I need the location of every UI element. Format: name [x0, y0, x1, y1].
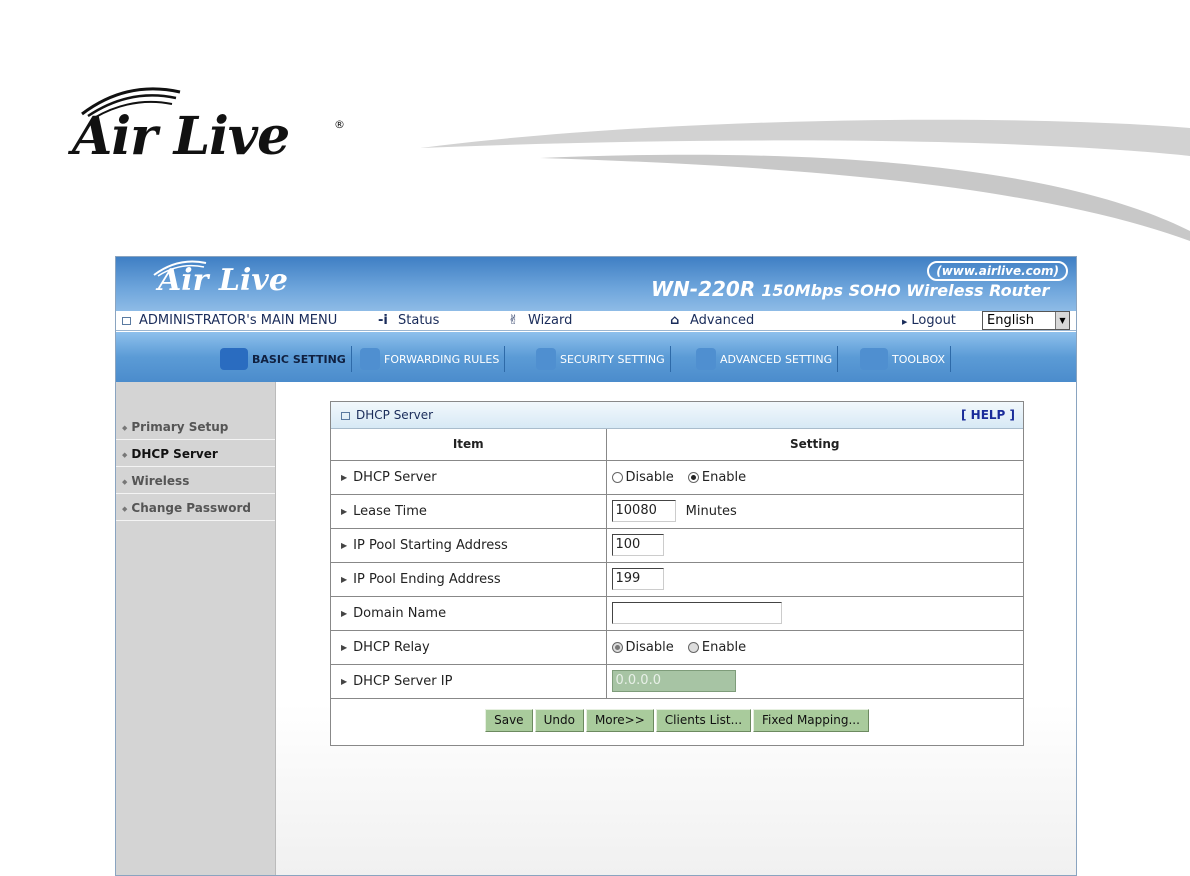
lease-time-unit: Minutes — [685, 503, 737, 519]
button-row: Save Undo More>> Clients List... Fixed Mappi… — [331, 699, 1023, 745]
row-setting: 10080 Minutes — [606, 494, 1023, 529]
bullet-icon: ◆ — [122, 450, 128, 459]
panel-title-bar: DHCP Server [ HELP ] — [331, 402, 1023, 429]
content-area: DHCP Server [ HELP ] Item Setting ▶ DHCP … — [276, 382, 1076, 875]
help-link[interactable]: [ HELP ] — [961, 402, 1015, 429]
table-header-row: Item Setting — [331, 429, 1023, 461]
row-setting: 0.0.0.0 — [606, 664, 1023, 699]
model-name: WN-220R — [651, 277, 756, 301]
row-label: ▶ DHCP Server IP — [331, 664, 607, 699]
folder-icon — [220, 348, 248, 370]
table-row: ▶ DHCP Relay Disable Enable — [331, 630, 1023, 665]
dhcp-server-ip-input[interactable]: 0.0.0.0 — [611, 670, 736, 692]
tab-security-setting[interactable]: SECURITY SETTING — [536, 346, 671, 372]
sidebar-item-change-password[interactable]: ◆ Change Password — [116, 495, 275, 521]
pool-start-input[interactable]: 100 — [611, 534, 664, 556]
row-setting: 199 — [606, 562, 1023, 597]
tab-forwarding-rules[interactable]: FORWARDING RULES — [360, 346, 506, 372]
row-label: ▶ DHCP Relay — [331, 630, 607, 665]
undo-button[interactable]: Undo — [534, 708, 584, 732]
table-row: ▶ DHCP Server Disable Enable — [331, 460, 1023, 495]
domain-name-input[interactable] — [611, 602, 782, 624]
row-label: ▶ Domain Name — [331, 596, 607, 631]
toolbox-icon — [860, 348, 888, 370]
lease-time-input[interactable]: 10080 — [611, 500, 676, 522]
table-row: ▶ Domain Name — [331, 596, 1023, 631]
menu-wizard[interactable]: ✌ Wizard — [508, 312, 572, 330]
bullet-icon: ◆ — [122, 504, 128, 513]
sidebar-item-dhcp-server[interactable]: ◆ DHCP Server — [116, 441, 275, 467]
square-bullet-icon — [341, 411, 350, 420]
airlive-logo: Air Live ® — [72, 78, 362, 168]
row-label: ▶ DHCP Server — [331, 460, 607, 495]
table-row: ▶ Lease Time 10080 Minutes — [331, 494, 1023, 529]
row-label: ▶ Lease Time — [331, 494, 607, 529]
triangle-bullet-icon: ▶ — [341, 506, 348, 516]
security-icon — [536, 348, 556, 370]
dhcp-settings-table: Item Setting ▶ DHCP Server Disable Enable… — [331, 429, 1023, 699]
advanced-icon: ⌂ — [670, 313, 680, 328]
row-setting: Disable Enable — [606, 630, 1023, 665]
dropdown-arrow-icon: ▼ — [1055, 312, 1069, 329]
triangle-bullet-icon: ▶ — [341, 574, 348, 584]
triangle-bullet-icon: ▶ — [341, 540, 348, 550]
table-row: ▶ DHCP Server IP 0.0.0.0 — [331, 664, 1023, 699]
tab-toolbox[interactable]: TOOLBOX — [860, 346, 952, 372]
menu-main[interactable]: ADMINISTRATOR's MAIN MENU — [122, 312, 337, 330]
sidebar-item-primary-setup[interactable]: ◆ Primary Setup — [116, 414, 275, 440]
router-ui: Air Live (www.airlive.com) WN-220R 150Mbp… — [115, 256, 1077, 876]
menu-logout[interactable]: ▶ Logout — [902, 312, 956, 331]
table-row: ▶ IP Pool Starting Address 100 — [331, 528, 1023, 563]
tab-basic-setting[interactable]: BASIC SETTING — [220, 346, 352, 372]
tab-advanced-setting[interactable]: ADVANCED SETTING — [696, 346, 839, 372]
wizard-icon: ✌ — [508, 313, 519, 328]
dhcp-panel: DHCP Server [ HELP ] Item Setting ▶ DHCP … — [330, 401, 1024, 746]
menu-advanced[interactable]: ⌂ Advanced — [670, 312, 754, 330]
tab-bar: BASIC SETTING FORWARDING RULES SECURITY … — [116, 332, 1076, 382]
row-label: ▶ IP Pool Starting Address — [331, 528, 607, 563]
column-header-setting: Setting — [606, 429, 1023, 461]
model-title: WN-220R 150Mbps SOHO Wireless Router — [651, 277, 1049, 301]
row-setting: Disable Enable — [606, 460, 1023, 495]
header-swoosh — [420, 119, 1190, 241]
dhcp-server-enable-radio[interactable] — [687, 471, 699, 483]
triangle-bullet-icon: ▶ — [341, 642, 348, 652]
panel-title: DHCP Server — [356, 408, 434, 422]
logo-text: Air Live — [72, 106, 290, 167]
bullet-icon: ◆ — [122, 423, 128, 432]
menu-status[interactable]: -i Status — [378, 312, 439, 330]
arrow-right-icon: ▶ — [902, 318, 908, 326]
row-setting — [606, 596, 1023, 631]
forwarding-icon — [360, 348, 380, 370]
save-button[interactable]: Save — [485, 708, 533, 732]
advanced-setting-icon — [696, 348, 716, 370]
main-menubar: ADMINISTRATOR's MAIN MENU -i Status ✌ Wiza… — [116, 311, 1076, 331]
page: Air Live ® Air Live (www.airlive.com) WN… — [0, 0, 1190, 876]
sidebar-item-wireless[interactable]: ◆ Wireless — [116, 468, 275, 494]
pool-end-input[interactable]: 199 — [611, 568, 664, 590]
status-icon: -i — [378, 313, 388, 328]
fixed-mapping-button[interactable]: Fixed Mapping... — [753, 708, 869, 732]
dhcp-server-disable-radio[interactable] — [611, 471, 623, 483]
column-header-item: Item — [331, 429, 607, 461]
clients-list-button[interactable]: Clients List... — [655, 708, 752, 732]
dhcp-relay-enable-radio[interactable] — [687, 641, 699, 653]
bullet-icon: ◆ — [122, 477, 128, 486]
table-row: ▶ IP Pool Ending Address 199 — [331, 562, 1023, 597]
language-select[interactable]: English ▼ — [982, 311, 1070, 330]
router-header: Air Live (www.airlive.com) WN-220R 150Mbp… — [116, 257, 1076, 311]
triangle-bullet-icon: ▶ — [341, 472, 348, 482]
model-description: 150Mbps SOHO Wireless Router — [761, 281, 1050, 300]
triangle-bullet-icon: ▶ — [341, 608, 348, 618]
square-bullet-icon — [122, 316, 131, 325]
registered-mark: ® — [334, 118, 345, 131]
dhcp-relay-disable-radio[interactable] — [611, 641, 623, 653]
router-brand: Air Live — [158, 263, 288, 298]
sidebar: ◆ Primary Setup ◆ DHCP Server ◆ Wireless ◆ C… — [116, 382, 276, 875]
row-setting: 100 — [606, 528, 1023, 563]
row-label: ▶ IP Pool Ending Address — [331, 562, 607, 597]
triangle-bullet-icon: ▶ — [341, 676, 348, 686]
more-button[interactable]: More>> — [585, 708, 654, 732]
